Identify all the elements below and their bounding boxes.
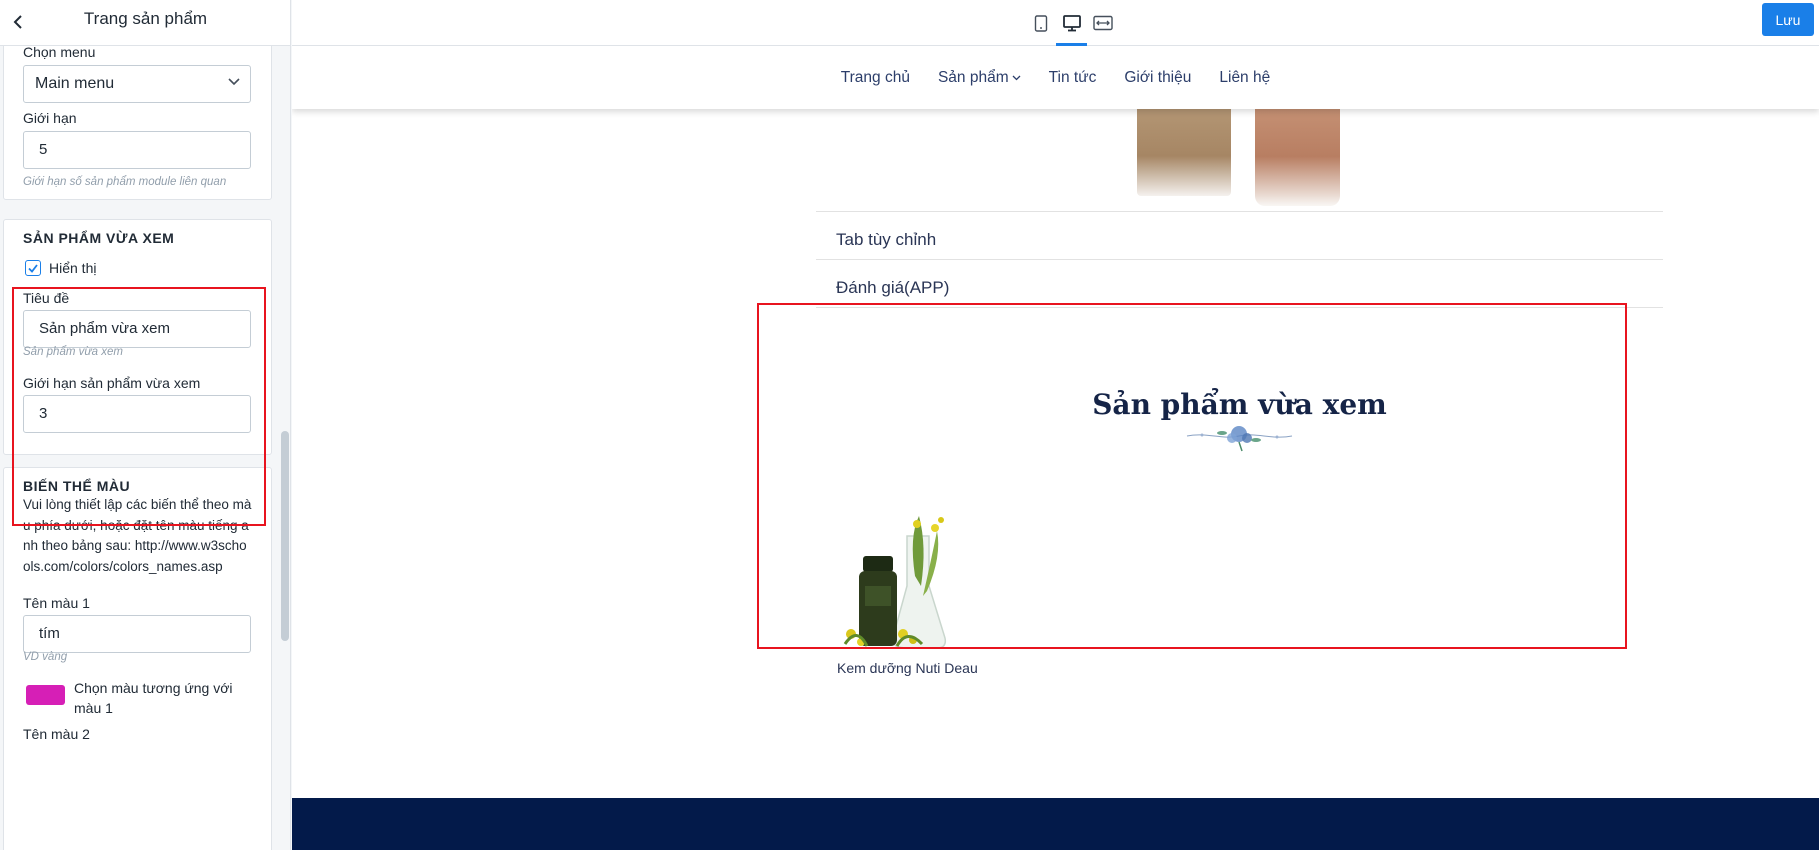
- recent-title-label: Tiêu đề: [23, 290, 70, 306]
- sidebar-scroll-area[interactable]: Chọn menu Main menu Giới hạn 5 Giới hạn …: [0, 46, 290, 850]
- show-recent-label: Hiển thị: [49, 260, 97, 276]
- limit-label: Giới hạn: [23, 110, 77, 126]
- nav-item-contact[interactable]: Liên hệ: [1219, 69, 1270, 87]
- nav-item-news[interactable]: Tin tức: [1049, 69, 1097, 87]
- back-button[interactable]: [6, 9, 32, 35]
- mobile-view-button[interactable]: [1025, 0, 1056, 46]
- desktop-icon: [1062, 14, 1081, 31]
- settings-sidebar: Trang sản phẩm Chọn menu Main menu Giới …: [0, 0, 291, 850]
- fullwidth-view-button[interactable]: [1087, 0, 1118, 46]
- show-recent-checkbox[interactable]: [25, 260, 41, 276]
- desktop-view-button[interactable]: [1056, 0, 1087, 46]
- store-main-nav: Trang chủ Sản phẩm Tin tức Giới thiệu Li…: [292, 46, 1819, 109]
- color1-input[interactable]: tím: [23, 615, 251, 653]
- recent-title-help: Sản phẩm vừa xem: [23, 346, 123, 358]
- nav-item-about[interactable]: Giới thiệu: [1124, 69, 1191, 87]
- editor-topbar: Lưu: [292, 0, 1819, 46]
- color-variants-title: BIẾN THỂ MÀU: [23, 478, 131, 494]
- sidebar-scrollbar[interactable]: [281, 431, 289, 641]
- color1-help: VD vàng: [23, 651, 68, 663]
- mobile-icon: [1034, 14, 1047, 32]
- checkmark-icon: [28, 263, 38, 273]
- related-products-card: Chọn menu Main menu Giới hạn 5 Giới hạn …: [3, 46, 272, 200]
- color1-pick-label: Chọn màu tương ứng với màu 1: [74, 680, 233, 716]
- recent-section-heading: Sản phẩm vừa xem: [1092, 388, 1387, 421]
- chevron-down-icon: [1012, 75, 1021, 80]
- store-footer: [292, 798, 1819, 850]
- color1-swatch[interactable]: [26, 685, 65, 705]
- chevron-down-icon: [228, 78, 240, 86]
- sidebar-header: Trang sản phẩm: [0, 0, 290, 46]
- nav-item-products[interactable]: Sản phẩm: [938, 69, 1021, 87]
- save-button[interactable]: Lưu: [1762, 3, 1814, 36]
- color-variants-card: BIẾN THỂ MÀU Vui lòng thiết lập các biến…: [3, 467, 272, 850]
- show-recent-checkbox-row[interactable]: Hiển thị: [25, 260, 96, 276]
- store-preview[interactable]: Trang chủ Sản phẩm Tin tức Giới thiệu Li…: [292, 46, 1819, 850]
- recent-product-name: Kem dưỡng Nuti Deau: [837, 660, 978, 676]
- sidebar-title: Trang sản phẩm: [83, 9, 208, 28]
- fullwidth-icon: [1092, 15, 1113, 31]
- limit-help: Giới hạn số sản phẩm module liên quan: [23, 176, 227, 188]
- recent-title-input[interactable]: Sản phẩm vừa xem: [23, 310, 251, 348]
- color1-label: Tên màu 1: [23, 595, 90, 611]
- recent-products-card: SẢN PHẨM VỪA XEM Hiển thị Tiêu đề Sản ph…: [3, 219, 272, 455]
- limit-input[interactable]: 5: [23, 131, 251, 169]
- recent-limit-label: Giới hạn sản phẩm vừa xem: [23, 375, 201, 391]
- product-image-jar: [1137, 96, 1231, 196]
- device-switcher: [1025, 0, 1118, 46]
- color-variants-description: Vui lòng thiết lập các biến thể theo màu…: [23, 497, 252, 574]
- menu-label: Chọn menu: [23, 46, 96, 60]
- nav-item-home[interactable]: Trang chủ: [841, 69, 910, 87]
- tab-divider: [816, 307, 1663, 308]
- recent-section-title: SẢN PHẨM VỪA XEM: [23, 230, 175, 246]
- nav-item-products-label: Sản phẩm: [937, 68, 1009, 86]
- color2-label: Tên màu 2: [23, 726, 90, 742]
- menu-select[interactable]: Main menu: [23, 65, 251, 103]
- recent-limit-input[interactable]: 3: [23, 395, 251, 433]
- floral-divider-icon: [1186, 426, 1293, 452]
- product-image-bottle: [1255, 96, 1340, 206]
- chevron-left-icon: [13, 15, 22, 29]
- product-thumbnail: [843, 516, 947, 649]
- menu-select-value: Main menu: [35, 75, 115, 92]
